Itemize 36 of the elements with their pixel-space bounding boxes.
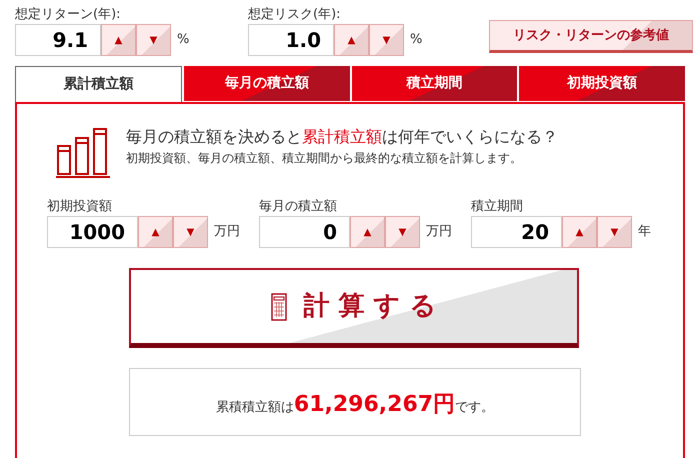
unit-label: % (410, 31, 422, 50)
reference-button[interactable]: リスク・リターンの参考値 (489, 20, 693, 53)
unit-label: 年 (638, 223, 651, 242)
field-label: 毎月の積立額 (259, 198, 338, 216)
tab[interactable]: 毎月の積立額 (184, 66, 350, 101)
decrement-button[interactable]: ▼ (369, 24, 404, 56)
field-label: 想定リスク(年): (248, 6, 342, 24)
decrement-button[interactable]: ▼ (385, 216, 420, 248)
unit-label: 万円 (426, 223, 452, 242)
decrement-button[interactable]: ▼ (173, 216, 208, 248)
number-field[interactable]: 1.0 (248, 24, 334, 56)
tab[interactable]: 累計積立額 (15, 66, 182, 102)
decrement-button[interactable]: ▼ (136, 24, 171, 56)
number-field[interactable]: 0 (259, 216, 350, 248)
section-heading: 毎月の積立額を決めると 累計積立額は何年でいくらになる？ (126, 126, 558, 148)
increment-button[interactable]: ▲ (138, 216, 173, 248)
increment-button[interactable]: ▲ (350, 216, 385, 248)
calculator-icon (271, 292, 288, 320)
field-label: 初期投資額 (47, 198, 113, 216)
decrement-button[interactable]: ▼ (597, 216, 632, 248)
unit-label: % (177, 31, 190, 50)
result-text: 累積積立額は61,296,267円です。 (216, 391, 494, 419)
tab[interactable]: 初期投資額 (519, 66, 686, 101)
tab[interactable]: 積立期間 (352, 66, 518, 101)
increment-button[interactable]: ▲ (562, 216, 597, 248)
increment-button[interactable]: ▲ (101, 24, 136, 56)
calculate-button[interactable]: 計 算 す る (129, 268, 579, 348)
bar-chart-icon (55, 126, 111, 178)
number-field[interactable]: 1000 (47, 216, 138, 248)
increment-button[interactable]: ▲ (334, 24, 369, 56)
field-label: 想定リターン(年): (15, 6, 122, 24)
description-text: 初期投資額、毎月の積立額、積立期間から最終的な積立額を計算します。 (126, 150, 523, 167)
number-field[interactable]: 9.1 (15, 24, 101, 56)
field-label: 積立期間 (471, 198, 524, 216)
unit-label: 万円 (214, 223, 240, 242)
number-field[interactable]: 20 (471, 216, 562, 248)
